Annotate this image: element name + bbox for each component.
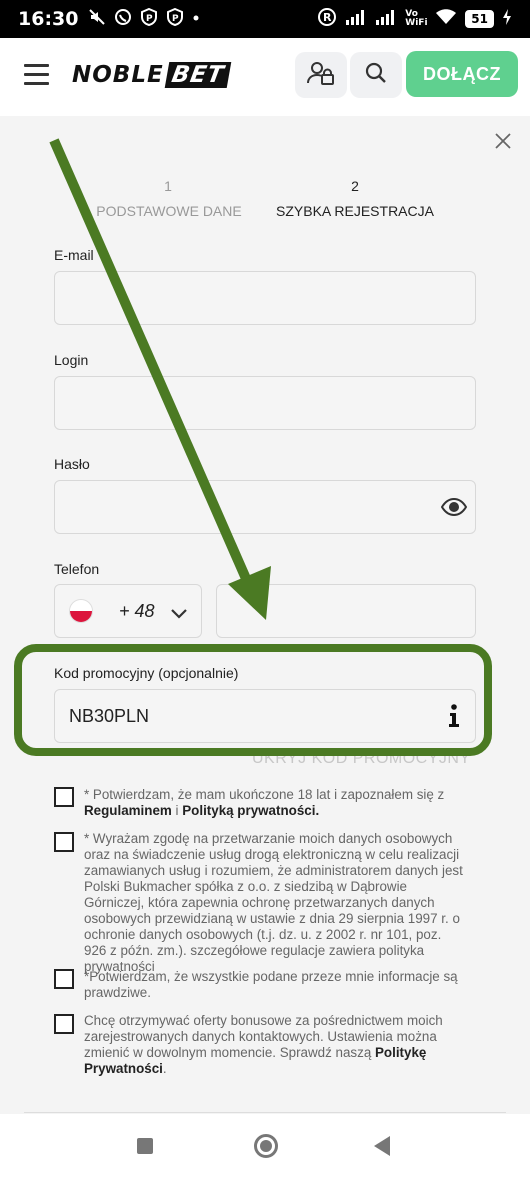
whatsapp-icon [114,8,132,30]
annotation-highlight-box [14,644,492,756]
join-button[interactable]: DOŁĄCZ [406,51,518,97]
password-label: Hasło [54,456,90,472]
email-field[interactable] [54,271,476,325]
consent-data-checkbox[interactable] [54,832,74,852]
consent-marketing-text: Chcę otrzymywać oferty bonusowe za pośre… [84,1013,464,1077]
step-1-label[interactable]: PODSTAWOWE DANE [96,203,242,219]
charging-icon [502,8,512,30]
signal-icon [375,9,397,29]
login-label: Login [54,352,89,368]
status-right-icons: R Vo WiFi 51 [317,7,512,31]
wifi-icon [435,8,457,30]
consent-data-text: * Wyrażam zgodę na przetwarzanie moich d… [84,831,463,974]
consent-age-checkbox[interactable] [54,787,74,807]
search-button[interactable] [350,52,402,98]
phone-label: Telefon [54,561,100,577]
search-icon [365,62,387,89]
user-lock-icon [307,60,335,91]
dot-icon [192,8,200,30]
home-icon[interactable] [254,1134,278,1158]
no-sound-icon [88,8,106,30]
vowifi-icon: Vo WiFi [405,9,428,28]
registered-icon: R [317,7,337,31]
svg-text:P: P [172,14,179,24]
logo-bet-text: BET [164,62,231,88]
consent-age-text-a: * Potwierdzam, że mam ukończone 18 lat i… [84,787,445,802]
logo-noble-text: NOBLE [72,62,164,88]
back-icon[interactable] [374,1136,390,1156]
email-label: E-mail [54,247,94,263]
hamburger-menu-icon[interactable] [24,64,50,86]
consent-truth-checkbox[interactable] [54,969,74,989]
step-2-label[interactable]: SZYBKA REJESTRACJA [275,203,435,219]
chevron-down-icon [170,606,187,619]
terms-link[interactable]: Regulaminem [84,803,172,818]
step-2-number: 2 [351,178,359,194]
battery-icon: 51 [465,10,494,28]
status-bar: 16:30 P P R Vo WiFi 51 [0,0,530,38]
p-icon: P [140,7,158,30]
step-1-number: 1 [164,178,172,194]
android-nav-bar [0,1114,530,1178]
consent-age-text: * Potwierdzam, że mam ukończone 18 lat i… [84,787,464,819]
consent-age-text-c: i [171,803,183,818]
p-icon: P [166,7,184,30]
signal-icon [345,9,367,29]
svg-text:P: P [146,14,153,24]
consent-marketing-checkbox[interactable] [54,1014,74,1034]
consent-marketing-text-c: . [162,1061,167,1076]
status-left-icons: P P [88,7,200,30]
login-button[interactable] [295,52,347,98]
eye-icon[interactable] [440,496,468,518]
close-icon[interactable] [494,132,514,152]
divider [24,1112,506,1113]
phone-prefix-select[interactable]: + 48 [54,584,202,638]
privacy-policy-link[interactable]: Polityką prywatności. [182,803,319,818]
recent-apps-icon[interactable] [137,1138,153,1154]
status-time: 16:30 [18,8,79,30]
consent-truth-text: *Potwierdzam, że wszystkie podane przeze… [84,969,458,1000]
login-field[interactable] [54,376,476,430]
password-field[interactable] [54,480,476,534]
logo[interactable]: NOBLE BET [72,60,231,90]
poland-flag-icon [69,599,93,623]
phone-number-field[interactable] [216,584,476,638]
app-header: NOBLE BET DOŁĄCZ [0,38,530,116]
svg-text:R: R [323,11,332,24]
phone-prefix-value: + 48 [119,600,155,621]
